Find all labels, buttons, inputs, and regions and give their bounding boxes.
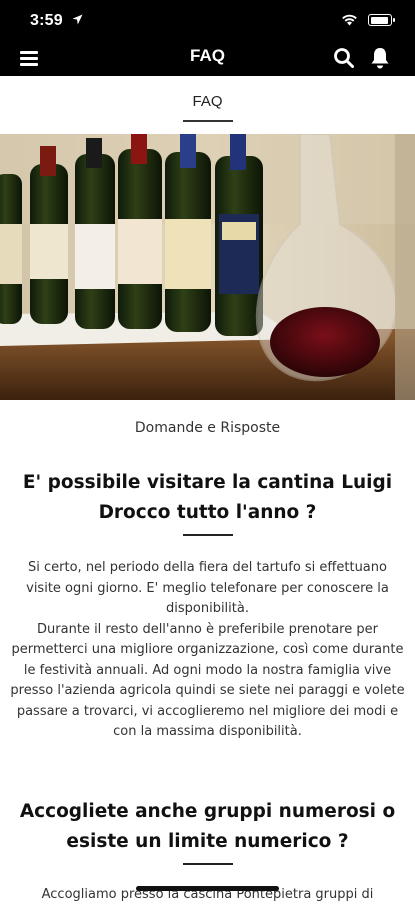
question-divider (183, 534, 233, 536)
search-icon[interactable] (333, 47, 355, 69)
faq-question-1: E' possibile visitare la cantina Luigi D… (22, 472, 393, 523)
app-header: FAQ (0, 40, 415, 76)
page-subtitle: Domande e Risposte (134, 420, 281, 436)
question-divider (183, 863, 233, 865)
status-bar: 3:59 (0, 0, 415, 40)
wifi-icon (342, 14, 357, 26)
faq-answer-1: Si certo, nel periodo della fiera del ta… (10, 560, 405, 739)
status-time: 3:59 (30, 12, 63, 29)
faq-question-2: Accogliete anche gruppi numerosi o esist… (19, 801, 396, 852)
location-arrow-icon (72, 14, 83, 25)
tab-underline (183, 120, 233, 122)
hero-image (0, 134, 415, 400)
home-indicator[interactable] (136, 886, 279, 891)
tab-faq[interactable]: FAQ (0, 93, 415, 110)
battery-icon (368, 14, 395, 26)
notification-bell-icon[interactable] (369, 46, 391, 70)
